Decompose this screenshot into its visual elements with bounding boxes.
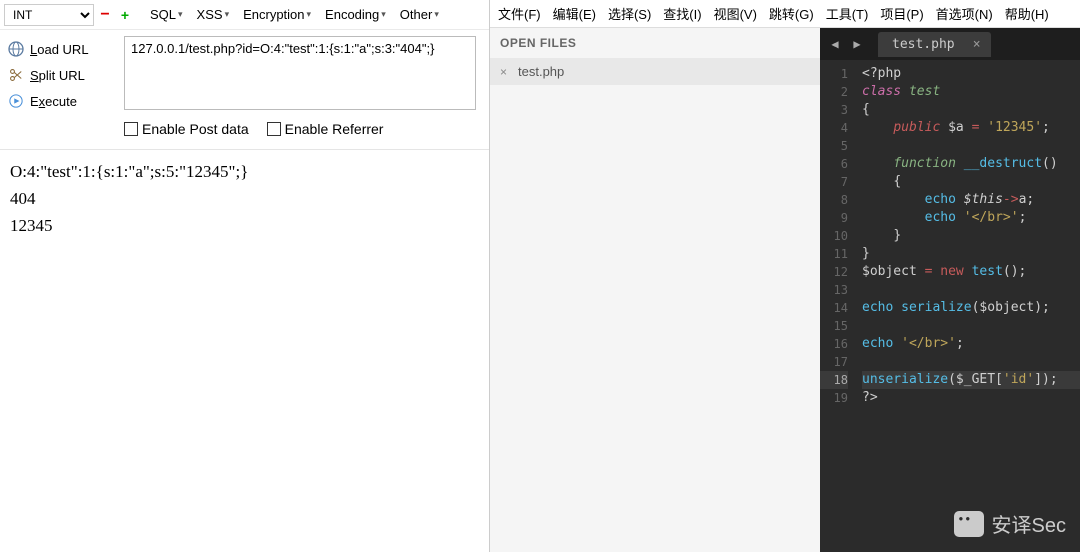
code-area[interactable]: <?phpclass test{ public $a = '12345'; fu… xyxy=(856,60,1080,552)
menu-tools[interactable]: 工具(T) xyxy=(822,4,873,23)
menu-select[interactable]: 选择(S) xyxy=(604,4,655,23)
watermark-text: 安译Sec xyxy=(992,509,1066,538)
tab-testphp[interactable]: test.php × xyxy=(878,32,991,57)
menu-file[interactable]: 文件(F) xyxy=(494,4,545,23)
menu-sql[interactable]: SQL▾ xyxy=(144,7,189,22)
plus-button[interactable]: + xyxy=(116,6,134,24)
wechat-icon xyxy=(954,511,984,537)
sublime-menubar: 文件(F) 编辑(E) 选择(S) 查找(I) 视图(V) 跳转(G) 工具(T… xyxy=(490,0,1080,28)
menu-encoding[interactable]: Encoding▾ xyxy=(319,7,392,22)
menu-find[interactable]: 查找(I) xyxy=(659,4,705,23)
enable-post-label: Enable Post data xyxy=(142,121,249,137)
execute-button[interactable]: Execute xyxy=(4,88,116,114)
globe-icon xyxy=(8,41,24,57)
open-file-item[interactable]: × test.php xyxy=(490,58,820,85)
enable-post-checkbox[interactable]: Enable Post data xyxy=(124,121,249,137)
menu-preferences[interactable]: 首选项(N) xyxy=(932,4,997,23)
play-icon xyxy=(8,93,24,109)
close-icon[interactable]: × xyxy=(500,65,512,79)
url-input[interactable]: 127.0.0.1/test.php?id=O:4:"test":1:{s:1:… xyxy=(124,36,476,110)
open-files-header: OPEN FILES xyxy=(490,28,820,58)
menu-help[interactable]: 帮助(H) xyxy=(1001,4,1053,23)
watermark: 安译Sec xyxy=(954,509,1066,538)
output-line: O:4:"test":1:{s:1:"a";s:5:"12345";} xyxy=(10,158,479,185)
checkbox-icon xyxy=(267,122,281,136)
code-editor[interactable]: 12345678910111213141516171819 <?phpclass… xyxy=(820,60,1080,552)
menu-view[interactable]: 视图(V) xyxy=(710,4,761,23)
hackbar-toolbar: INT − + SQL▾ XSS▾ Encryption▾ Encoding▾ … xyxy=(0,0,489,30)
menu-project[interactable]: 项目(P) xyxy=(876,4,927,23)
menu-other[interactable]: Other▾ xyxy=(394,7,445,22)
open-file-name: test.php xyxy=(518,64,564,79)
enable-referrer-checkbox[interactable]: Enable Referrer xyxy=(267,121,384,137)
checkbox-icon xyxy=(124,122,138,136)
minus-button[interactable]: − xyxy=(96,6,114,24)
enable-referrer-label: Enable Referrer xyxy=(285,121,384,137)
menu-goto[interactable]: 跳转(G) xyxy=(765,4,818,23)
int-dropdown[interactable]: INT xyxy=(4,4,94,26)
output-area: O:4:"test":1:{s:1:"a";s:5:"12345";} 404 … xyxy=(0,150,489,248)
scissors-icon xyxy=(8,67,24,83)
nav-forward-icon[interactable]: ▶ xyxy=(848,35,866,53)
close-icon[interactable]: × xyxy=(973,37,981,52)
menu-edit[interactable]: 编辑(E) xyxy=(549,4,600,23)
output-line: 12345 xyxy=(10,212,479,239)
split-url-button[interactable]: Split URL xyxy=(4,62,116,88)
execute-label: Execute xyxy=(30,94,77,109)
load-url-button[interactable]: Load URL xyxy=(4,36,116,62)
line-gutter: 12345678910111213141516171819 xyxy=(820,60,856,552)
load-url-label: Load URL xyxy=(30,42,89,57)
tab-label: test.php xyxy=(892,37,955,52)
split-url-label: Split URL xyxy=(30,68,85,83)
menu-xss[interactable]: XSS▾ xyxy=(191,7,236,22)
menu-encryption[interactable]: Encryption▾ xyxy=(237,7,317,22)
nav-back-icon[interactable]: ◀ xyxy=(826,35,844,53)
output-line: 404 xyxy=(10,185,479,212)
tab-bar: ◀ ▶ test.php × xyxy=(820,28,1080,60)
